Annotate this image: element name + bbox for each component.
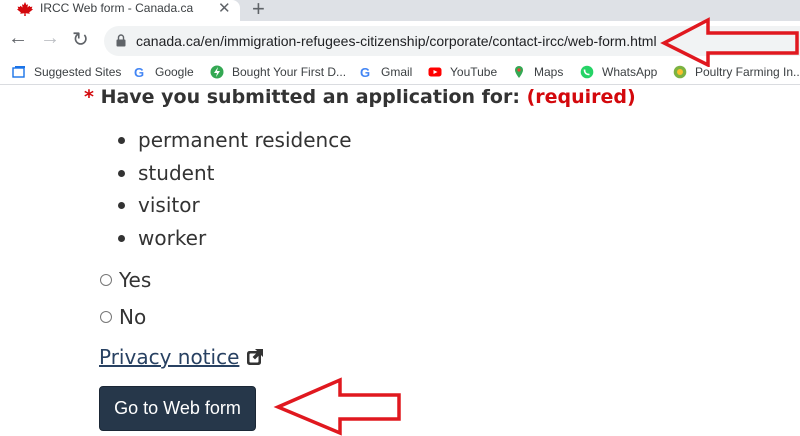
gmail-icon: G — [360, 65, 370, 79]
svg-text:G: G — [360, 65, 370, 79]
bookmark-maps[interactable]: Maps — [512, 65, 563, 79]
whatsapp-icon — [580, 65, 594, 79]
poultry-icon — [673, 65, 687, 79]
external-link-icon — [247, 349, 264, 365]
list-item: permanent residence — [118, 124, 352, 157]
maple-leaf-icon — [17, 2, 33, 16]
bookmark-whatsapp[interactable]: WhatsApp — [580, 65, 657, 79]
google-icon: G — [134, 65, 144, 79]
bookmark-label: WhatsApp — [602, 65, 658, 79]
radio-button-no[interactable] — [100, 311, 112, 323]
browser-tab[interactable]: IRCC Web form - Canada.ca ✕ — [0, 0, 240, 21]
maps-icon — [515, 66, 523, 78]
question-heading: * Have you submitted an application for:… — [84, 86, 636, 108]
bookmark-youtube[interactable]: YouTube — [428, 65, 497, 79]
bought-first-icon — [210, 65, 224, 79]
radio-label-yes: Yes — [119, 268, 152, 292]
suggested-sites-icon — [12, 66, 25, 78]
bookmark-bought-first[interactable]: Bought Your First D... — [210, 65, 346, 79]
lock-icon — [116, 34, 126, 47]
bookmark-poultry[interactable]: Poultry Farming In... — [673, 65, 800, 79]
radio-no[interactable]: No — [100, 305, 146, 329]
bookmark-label: Poultry Farming In... — [695, 65, 800, 79]
close-tab-icon[interactable]: ✕ — [218, 0, 231, 17]
go-to-web-form-button[interactable]: Go to Web form — [99, 386, 256, 431]
required-label: (required) — [526, 86, 636, 108]
new-tab-button[interactable]: + — [252, 0, 265, 22]
annotation-arrow-button — [273, 377, 401, 436]
bookmark-label: Maps — [534, 65, 564, 79]
radio-button-yes[interactable] — [100, 274, 112, 286]
bookmark-suggested-sites[interactable]: Suggested Sites — [12, 65, 121, 79]
url-text: canada.ca/en/immigration-refugees-citize… — [136, 33, 657, 49]
bookmark-label: Gmail — [381, 65, 413, 79]
question-text: Have you submitted an application for: — [100, 86, 520, 108]
bookmark-label: YouTube — [450, 65, 498, 79]
list-item: visitor — [118, 189, 352, 222]
svg-text:G: G — [134, 65, 144, 79]
radio-yes[interactable]: Yes — [100, 268, 151, 292]
required-star: * — [84, 86, 94, 108]
annotation-arrow-url — [660, 17, 799, 67]
youtube-icon — [428, 67, 442, 77]
back-button[interactable]: ← — [8, 27, 28, 50]
tab-title: IRCC Web form - Canada.ca — [40, 1, 194, 15]
list-item: worker — [118, 222, 352, 255]
bookmark-label: Suggested Sites — [34, 65, 122, 79]
reload-button[interactable]: ↻ — [72, 27, 89, 52]
list-item: student — [118, 157, 352, 190]
application-type-list: permanent residence student visitor work… — [118, 124, 352, 254]
bookmark-google[interactable]: G Google — [133, 65, 194, 79]
forward-button[interactable]: → — [40, 27, 60, 50]
privacy-notice-link[interactable]: Privacy notice — [99, 345, 264, 369]
bookmark-label: Google — [155, 65, 194, 79]
bookmark-gmail[interactable]: G Gmail — [359, 65, 412, 79]
privacy-link-text: Privacy notice — [99, 345, 240, 369]
radio-label-no: No — [119, 305, 147, 329]
bookmark-label: Bought Your First D... — [232, 65, 347, 79]
